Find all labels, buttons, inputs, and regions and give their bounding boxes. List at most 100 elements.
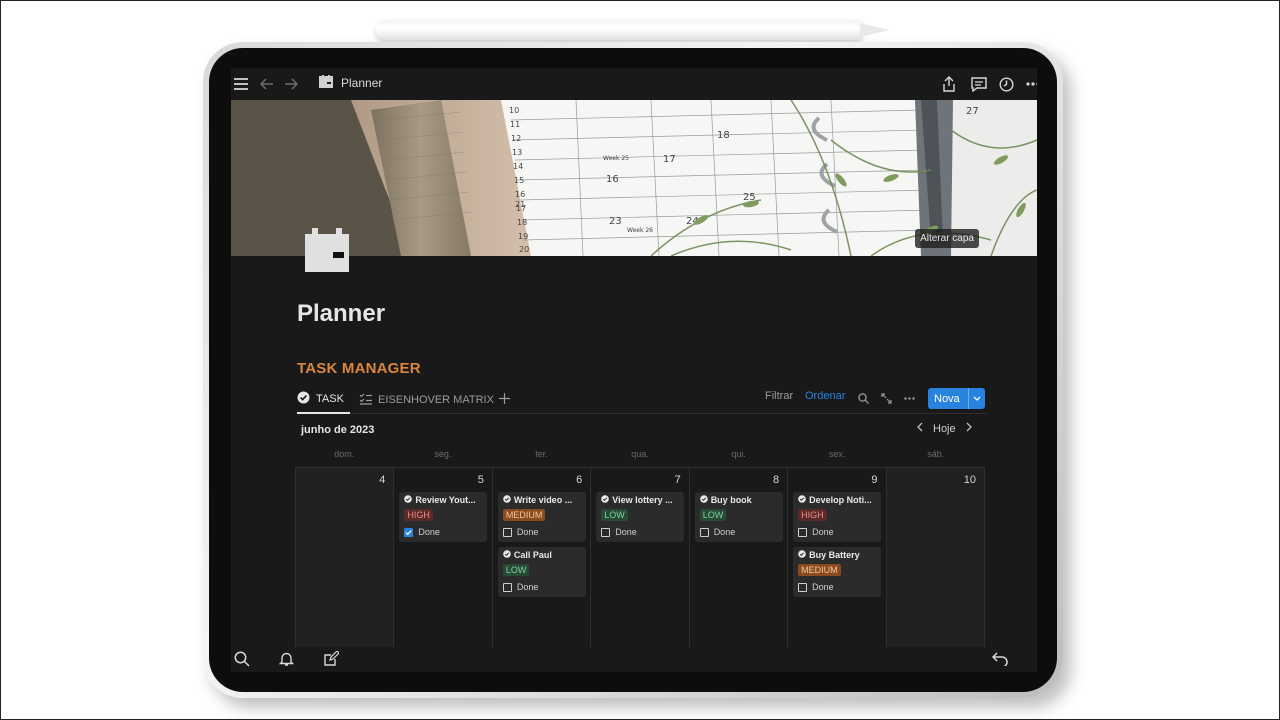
svg-text:18: 18 [717, 130, 730, 141]
sort-button[interactable]: Ordenar [805, 390, 845, 402]
new-button[interactable]: Nova [928, 388, 985, 409]
cover-image: 10 11 12 13 14 15 16 17 18 19 20 21 16 1… [231, 100, 1037, 256]
page-calendar-icon[interactable] [303, 228, 351, 274]
weekday-label: ter. [535, 449, 548, 459]
svg-text:13: 13 [512, 148, 522, 157]
comments-icon[interactable] [969, 74, 989, 94]
new-page-icon[interactable] [320, 648, 342, 670]
svg-text:27: 27 [966, 106, 979, 117]
done-checkbox[interactable] [601, 527, 611, 537]
weekday-header: dom. seg. ter. qua. qui. sex. sáb. [295, 449, 985, 465]
day-cell[interactable]: 9 Develop Noti... HIGH Done Buy Battery MEDIU… [788, 468, 887, 647]
done-checkbox-row[interactable]: Done [502, 527, 581, 537]
day-cell[interactable]: 4 [295, 468, 395, 647]
check-circle-icon [798, 550, 806, 560]
forward-arrow-icon[interactable] [281, 74, 301, 94]
done-checkbox[interactable] [699, 527, 709, 537]
task-title: Buy book [699, 495, 778, 505]
filter-button[interactable]: Filtrar [765, 390, 793, 402]
menu-icon[interactable] [231, 74, 251, 94]
priority-badge: MEDIUM [798, 564, 841, 576]
done-checkbox-row[interactable]: Done [601, 527, 679, 537]
change-cover-button[interactable]: Alterar capa [915, 229, 979, 248]
task-card[interactable]: Buy Battery MEDIUM Done [793, 547, 882, 597]
task-title: Write video ... [503, 495, 581, 505]
day-cell[interactable]: 6 Write video ... MEDIUM Done Call Paul LOW Do… [492, 468, 592, 647]
back-arrow-icon[interactable] [257, 74, 277, 94]
svg-text:18: 18 [517, 218, 527, 227]
task-card[interactable]: Buy book LOW Done [694, 492, 783, 542]
svg-text:11: 11 [510, 120, 520, 129]
top-bar: Planner [231, 68, 1037, 100]
done-checkbox-row[interactable]: Done [798, 527, 876, 537]
task-card[interactable]: Call Paul LOW Done [497, 547, 586, 597]
task-title: Develop Noti... [798, 495, 876, 505]
task-card[interactable]: Write video ... MEDIUM Done [497, 492, 586, 542]
task-title: Buy Battery [798, 550, 876, 560]
svg-text:10: 10 [509, 106, 519, 115]
history-clock-icon[interactable] [996, 74, 1016, 94]
done-label: Done [812, 527, 834, 537]
day-number: 9 [871, 474, 878, 486]
chevron-down-icon[interactable] [968, 388, 985, 409]
task-title: Review Yout... [404, 495, 482, 505]
priority-badge: MEDIUM [502, 509, 546, 521]
month-label: junho de 2023 [301, 424, 375, 436]
done-checkbox[interactable] [502, 527, 512, 537]
svg-text:17: 17 [663, 154, 676, 165]
more-options-icon[interactable] [1023, 74, 1037, 94]
svg-text:19: 19 [518, 232, 528, 241]
chevron-left-icon[interactable] [917, 422, 923, 435]
svg-text:14: 14 [513, 162, 523, 171]
done-checkbox-row[interactable]: Done [798, 582, 876, 592]
search-icon[interactable] [858, 393, 869, 404]
day-cell[interactable]: 10 [886, 468, 985, 647]
share-icon[interactable] [939, 74, 959, 94]
task-title-text: View lottery ... [612, 495, 673, 505]
done-checkbox[interactable] [502, 582, 512, 592]
tab-task[interactable]: TASK [297, 386, 350, 414]
calendar-week-grid: 4 5 Review Yout... HIGH Done 6 Write video .… [295, 467, 985, 647]
check-circle-icon [798, 495, 806, 505]
task-card[interactable]: Develop Noti... HIGH Done [793, 492, 882, 542]
done-label: Done [516, 527, 539, 537]
done-checkbox[interactable] [798, 527, 808, 537]
day-cell[interactable]: 5 Review Yout... HIGH Done [394, 468, 493, 647]
done-checkbox[interactable] [404, 527, 414, 537]
done-checkbox[interactable] [798, 582, 808, 592]
expand-icon[interactable] [881, 393, 892, 404]
task-title-text: Review Yout... [415, 495, 476, 505]
svg-text:Week 25: Week 25 [603, 155, 629, 162]
done-checkbox-row[interactable]: Done [699, 527, 778, 537]
day-cell[interactable]: 8 Buy book LOW Done [689, 468, 789, 647]
today-button[interactable]: Hoje [933, 423, 956, 435]
breadcrumb[interactable]: Planner [319, 75, 382, 91]
day-number: 10 [963, 474, 976, 486]
svg-text:15: 15 [514, 176, 524, 185]
breadcrumb-title: Planner [341, 76, 383, 90]
priority-badge: LOW [601, 509, 628, 521]
day-number: 6 [576, 474, 583, 486]
search-icon[interactable] [231, 648, 253, 670]
tab-eisenhower-matrix[interactable]: EISENHOVER MATRIX [359, 386, 494, 414]
check-circle-icon [503, 550, 511, 560]
done-checkbox-row[interactable]: Done [502, 582, 581, 592]
weekday-label: qua. [631, 449, 649, 459]
task-card[interactable]: View lottery ... LOW Done [596, 492, 685, 542]
check-circle-icon [404, 495, 413, 505]
day-cell[interactable]: 7 View lottery ... LOW Done [591, 468, 690, 647]
done-checkbox-row[interactable]: Done [404, 527, 482, 537]
view-more-icon[interactable] [904, 397, 915, 400]
bell-icon[interactable] [275, 648, 297, 670]
chevron-right-icon[interactable] [966, 422, 972, 435]
task-title: View lottery ... [601, 495, 679, 505]
add-view-button[interactable] [499, 386, 510, 414]
priority-badge: HIGH [404, 509, 433, 521]
task-title-text: Develop Noti... [809, 495, 872, 505]
undo-icon[interactable] [989, 648, 1011, 670]
task-card[interactable]: Review Yout... HIGH Done [399, 492, 488, 542]
apple-pencil [376, 18, 896, 42]
checklist-icon [359, 393, 372, 408]
priority-badge: LOW [502, 564, 530, 576]
weekday-label: seg. [434, 449, 452, 459]
